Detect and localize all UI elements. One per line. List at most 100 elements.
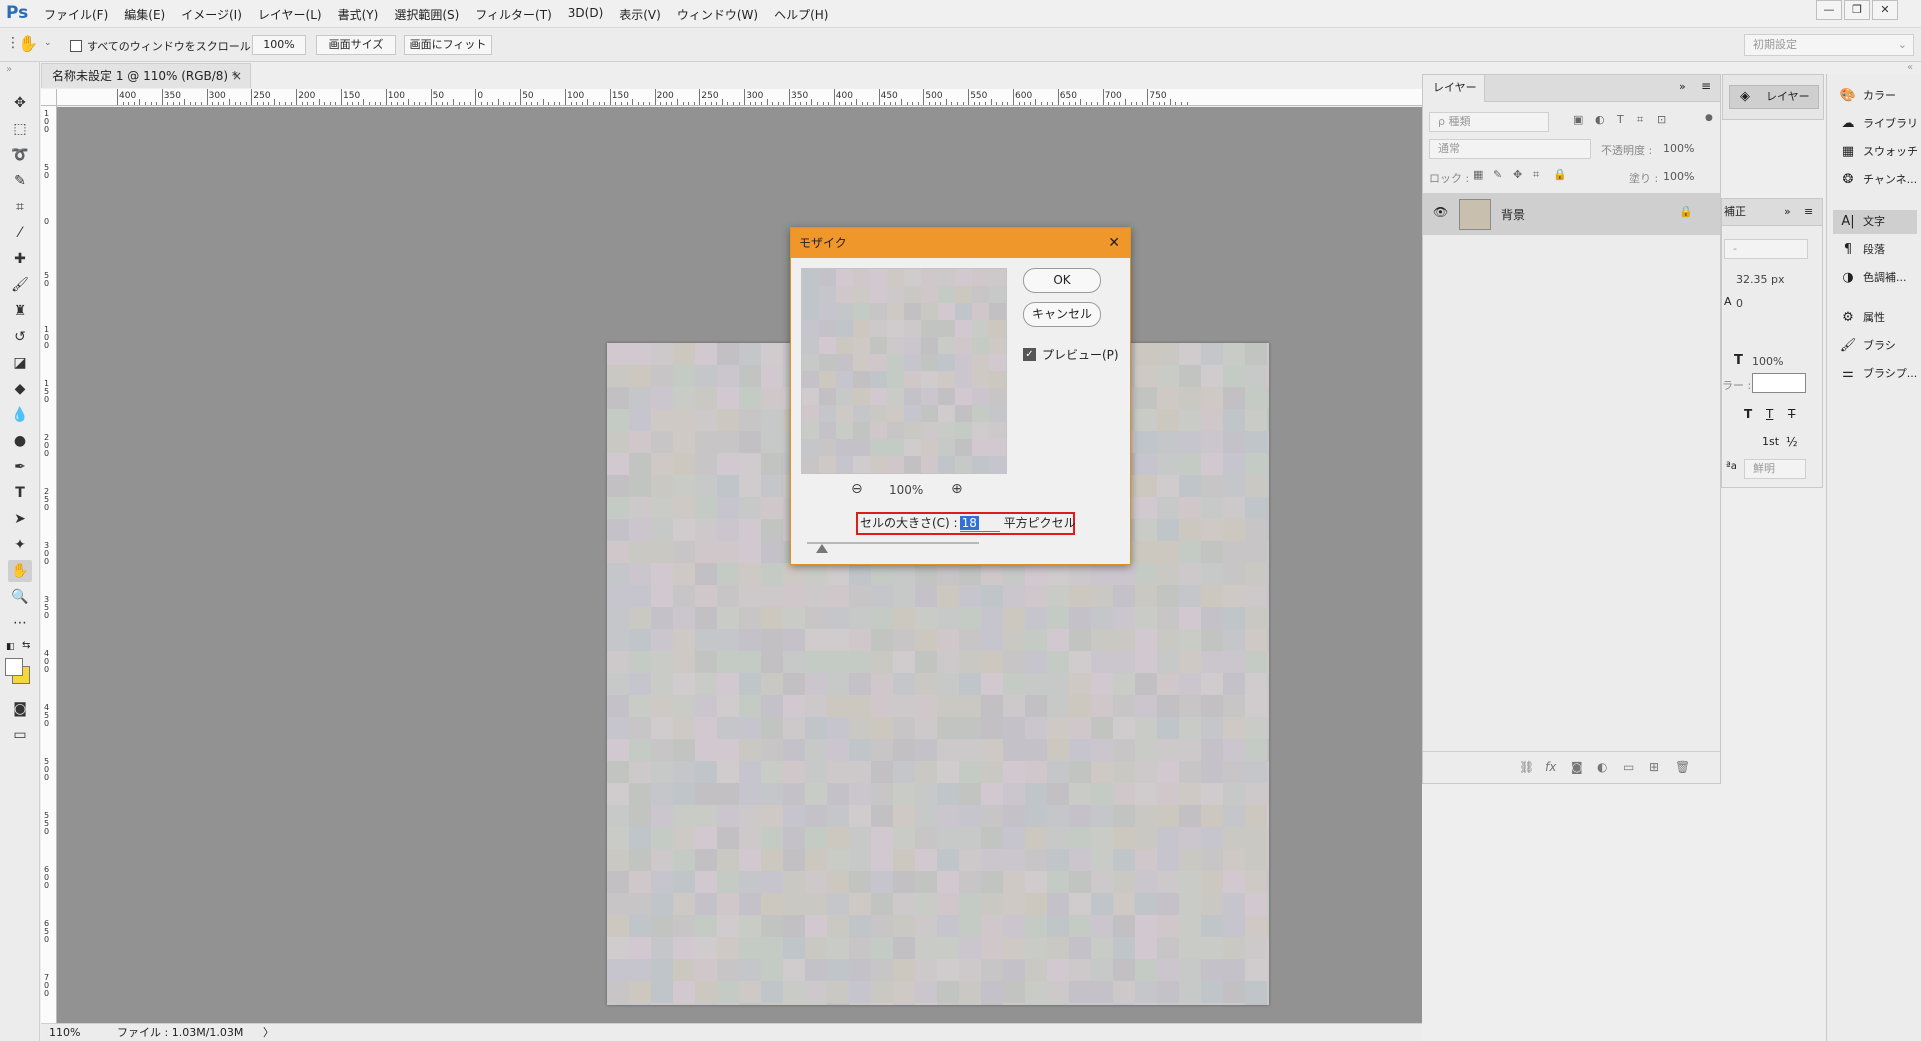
menu-image[interactable]: イメージ(I) bbox=[181, 6, 242, 23]
filter-toggle-icon[interactable]: ● bbox=[1705, 113, 1713, 123]
pen-tool-icon[interactable]: ✒ bbox=[8, 456, 32, 478]
dock-item-channels[interactable]: ❂ チャンネ... bbox=[1833, 168, 1918, 192]
cell-size-slider[interactable] bbox=[807, 542, 979, 544]
font-style-select[interactable]: - bbox=[1724, 239, 1808, 259]
hand-tool-icon[interactable]: ✋ bbox=[8, 560, 32, 582]
fx-icon[interactable]: fx bbox=[1545, 760, 1556, 774]
adjustment-icon[interactable]: ◐ bbox=[1597, 760, 1607, 774]
status-zoom[interactable]: 110% bbox=[49, 1024, 80, 1041]
close-icon[interactable]: ✕ bbox=[1108, 228, 1120, 258]
history-brush-tool-icon[interactable]: ↺ bbox=[8, 326, 32, 348]
antialias-select[interactable]: 鮮明 bbox=[1744, 459, 1806, 479]
menu-edit[interactable]: 編集(E) bbox=[124, 6, 165, 23]
layer-row[interactable]: 👁 背景 🔒 bbox=[1423, 193, 1720, 235]
quick-mask-icon[interactable]: ◙ bbox=[8, 698, 32, 720]
lock-transparent-icon[interactable]: ▦ bbox=[1473, 168, 1483, 181]
filter-pixel-icon[interactable]: ▣ bbox=[1573, 113, 1583, 126]
vertical-scale-value[interactable]: 100% bbox=[1752, 355, 1783, 368]
lock-image-icon[interactable]: ✎ bbox=[1493, 168, 1502, 181]
cancel-button[interactable]: キャンセル bbox=[1023, 302, 1101, 327]
dock-item-brush-presets[interactable]: ⚌ ブラシプ... bbox=[1833, 362, 1917, 386]
quick-select-tool-icon[interactable]: ✎ bbox=[8, 170, 32, 192]
menu-select[interactable]: 選択範囲(S) bbox=[394, 6, 459, 23]
preview-checkbox[interactable]: ✓ bbox=[1023, 348, 1036, 361]
fill-value[interactable]: 100% bbox=[1663, 170, 1694, 183]
filter-smart-object-icon[interactable]: ⊡ bbox=[1657, 113, 1666, 126]
brush-tool-icon[interactable]: 🖌 bbox=[8, 274, 32, 296]
trash-icon[interactable]: 🗑 bbox=[1675, 760, 1690, 774]
document-tab[interactable]: 名称未設定 1 @ 110% (RGB/8) * × bbox=[41, 63, 251, 88]
panel-menu-icon[interactable]: ≡ bbox=[1701, 79, 1711, 93]
hand-tool-icon[interactable]: ✋ bbox=[18, 34, 38, 53]
lock-artboard-icon[interactable]: ⌗ bbox=[1533, 168, 1539, 182]
layer-kind-filter[interactable]: ρ 種類 bbox=[1429, 112, 1549, 132]
dock-item-paragraph[interactable]: ¶ 段落 bbox=[1833, 238, 1917, 262]
underline-icon[interactable]: T bbox=[1766, 407, 1773, 421]
foreground-color-swatch[interactable] bbox=[5, 658, 23, 676]
filter-preview[interactable] bbox=[801, 268, 1007, 474]
lock-all-icon[interactable]: 🔒 bbox=[1553, 168, 1567, 181]
panel-menu-icon[interactable]: ≡ bbox=[1804, 199, 1813, 225]
shape-tool-icon[interactable]: ✦ bbox=[8, 534, 32, 556]
cell-size-input[interactable]: 18 bbox=[959, 516, 1000, 532]
strikethrough-icon[interactable]: T bbox=[1788, 407, 1795, 421]
menu-view[interactable]: 表示(V) bbox=[619, 6, 661, 23]
close-window-button[interactable]: ✕ bbox=[1872, 0, 1898, 20]
group-icon[interactable]: ▭ bbox=[1623, 760, 1634, 774]
new-layer-icon[interactable]: ⊞ bbox=[1649, 760, 1659, 774]
ordinals-icon[interactable]: 1st bbox=[1762, 435, 1779, 448]
eyedropper-tool-icon[interactable]: ⁄ bbox=[8, 222, 32, 244]
dock-item-color[interactable]: 🎨 カラー bbox=[1833, 84, 1917, 108]
type-tool-icon[interactable]: T bbox=[8, 482, 32, 504]
fractions-icon[interactable]: ½ bbox=[1786, 435, 1798, 449]
path-selection-tool-icon[interactable]: ➤ bbox=[8, 508, 32, 530]
fit-to-screen-button[interactable]: 画面にフィット bbox=[404, 35, 492, 55]
swap-colors-icon[interactable]: ⇆ bbox=[22, 640, 30, 651]
link-icon[interactable]: ⛓ bbox=[1519, 760, 1534, 774]
lock-position-icon[interactable]: ✥ bbox=[1513, 168, 1522, 181]
dock-item-brush[interactable]: 🖌 ブラシ bbox=[1833, 334, 1917, 358]
layer-name[interactable]: 背景 bbox=[1501, 206, 1525, 223]
blur-tool-icon[interactable]: 💧 bbox=[8, 404, 32, 426]
zoom-100-button[interactable]: 100% bbox=[252, 35, 306, 55]
menu-window[interactable]: ウィンドウ(W) bbox=[677, 6, 758, 23]
menu-help[interactable]: ヘルプ(H) bbox=[774, 6, 828, 23]
collapse-panel-icon[interactable]: » bbox=[1784, 199, 1791, 225]
eye-icon[interactable]: 👁 bbox=[1433, 205, 1448, 219]
chevron-down-icon[interactable]: ⌄ bbox=[44, 38, 52, 48]
dock-item-character[interactable]: A| 文字 bbox=[1833, 210, 1917, 234]
menu-filter[interactable]: フィルター(T) bbox=[475, 6, 551, 23]
dock-item-swatches[interactable]: ▦ スウォッチ bbox=[1833, 140, 1918, 164]
dock-item-properties[interactable]: ⚙ 属性 bbox=[1833, 306, 1917, 330]
menu-file[interactable]: ファイル(F) bbox=[44, 6, 108, 23]
default-colors-icon[interactable]: ◧ bbox=[6, 642, 15, 652]
layers-dock-button[interactable]: ◈ レイヤー bbox=[1729, 85, 1819, 109]
ok-button[interactable]: OK bbox=[1023, 268, 1101, 293]
slider-thumb[interactable] bbox=[816, 544, 828, 553]
preview-option[interactable]: ✓ プレビュー(P) bbox=[1023, 346, 1119, 363]
fit-screen-size-button[interactable]: 画面サイズ bbox=[316, 35, 396, 55]
dodge-tool-icon[interactable]: ● bbox=[8, 430, 32, 452]
clone-stamp-tool-icon[interactable]: ♜ bbox=[8, 300, 32, 322]
zoom-out-icon[interactable]: ⊖ bbox=[851, 481, 863, 497]
screen-mode-icon[interactable]: ▭ bbox=[8, 724, 32, 746]
paint-bucket-tool-icon[interactable]: ◆ bbox=[8, 378, 32, 400]
blend-mode-select[interactable]: 通常 bbox=[1429, 139, 1591, 159]
dock-item-adjustments[interactable]: ◑ 色調補... bbox=[1833, 266, 1917, 290]
dock-collapse-icon[interactable]: « bbox=[1907, 62, 1913, 73]
minimize-button[interactable]: — bbox=[1816, 0, 1842, 20]
scroll-all-checkbox[interactable] bbox=[70, 40, 82, 52]
more-tools-icon[interactable]: ⋯ bbox=[8, 612, 32, 634]
marquee-tool-icon[interactable]: ⬚ bbox=[8, 118, 32, 140]
tab-adjust[interactable]: 補正 bbox=[1724, 199, 1746, 225]
tab-layers[interactable]: レイヤー bbox=[1423, 75, 1485, 102]
menu-type[interactable]: 書式(Y) bbox=[338, 6, 379, 23]
crop-tool-icon[interactable]: ⌗ bbox=[8, 196, 32, 218]
menu-3d[interactable]: 3D(D) bbox=[568, 6, 603, 23]
mask-icon[interactable]: ◙ bbox=[1571, 760, 1583, 774]
filter-shape-icon[interactable]: ⌗ bbox=[1637, 113, 1643, 127]
lasso-tool-icon[interactable]: ➰ bbox=[8, 144, 32, 166]
scroll-all-windows-option[interactable]: すべてのウィンドウをスクロール bbox=[70, 38, 251, 54]
healing-brush-tool-icon[interactable]: ✚ bbox=[8, 248, 32, 270]
panel-collapse-icon[interactable]: » bbox=[6, 64, 12, 75]
